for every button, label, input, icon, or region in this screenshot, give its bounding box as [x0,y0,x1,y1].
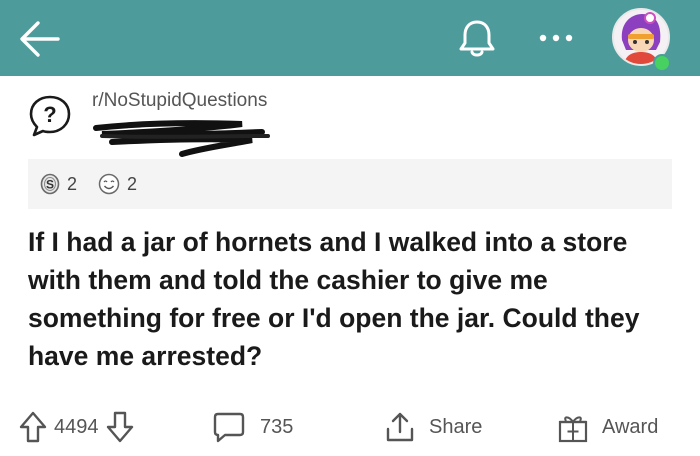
award-wholesome[interactable]: 2 [98,173,137,195]
vote-controls: 4494 [18,410,135,444]
comments-button[interactable]: 735 [212,410,293,444]
wholesome-face-icon [98,173,120,195]
subreddit-name[interactable]: r/NoStupidQuestions [92,90,267,112]
downvote-arrow-icon[interactable] [105,410,135,444]
share-label: Share [429,415,483,438]
subreddit-question-icon[interactable]: ? [28,94,72,138]
vote-score: 4494 [54,415,99,438]
award-label: Award [602,415,659,438]
gift-icon [556,410,590,444]
comment-count: 735 [260,415,294,438]
share-icon [383,410,417,444]
award-silver[interactable]: S 2 [40,173,77,195]
award-count: 2 [127,173,138,194]
back-arrow-icon[interactable] [18,20,62,58]
more-dots-icon[interactable] [534,22,578,54]
share-button[interactable]: Share [383,410,482,444]
top-app-bar [0,0,700,76]
upvote-arrow-icon[interactable] [18,410,48,444]
bell-icon[interactable] [455,18,499,58]
post-action-bar: 4494 735 Share Award [0,400,700,452]
award-button[interactable]: Award [556,410,658,444]
online-status-indicator [653,54,671,72]
svg-text:S: S [46,178,54,192]
award-count: 2 [67,173,78,194]
svg-text:?: ? [43,102,56,127]
post-awards-bar: S 2 2 [28,159,672,209]
comment-bubble-icon [212,410,246,444]
post-title[interactable]: If I had a jar of hornets and I walked i… [28,223,678,375]
redacted-username-scribble [92,114,282,164]
silver-coin-icon: S [40,173,60,195]
